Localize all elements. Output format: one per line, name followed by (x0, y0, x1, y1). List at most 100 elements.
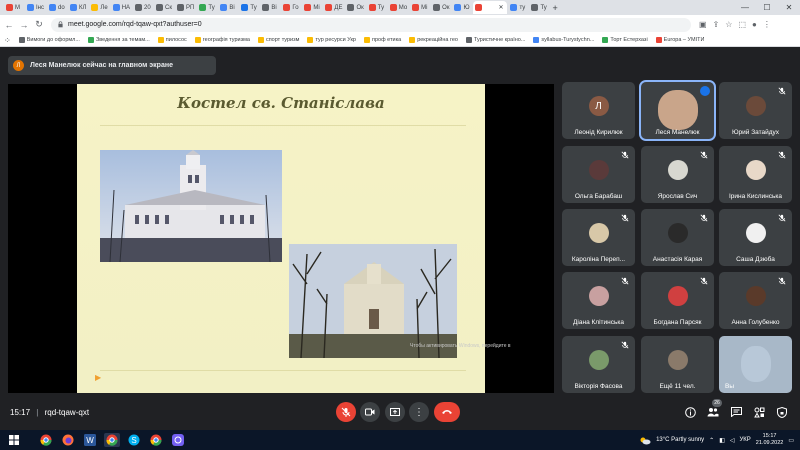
participant-tile[interactable]: Анастасія Карая (641, 209, 714, 266)
browser-tab[interactable]: Ві (260, 1, 280, 14)
browser-tab[interactable]: Інс (25, 1, 46, 14)
browser-tab[interactable]: Мі (410, 1, 430, 14)
url-input[interactable]: meet.google.com/rqd-tqaw-qxt?authuser=0 (51, 17, 691, 32)
participant-tile[interactable]: Ярослав Сич (641, 146, 714, 203)
tab-close-icon[interactable]: ✕ (498, 4, 503, 11)
reload-icon[interactable]: ↻ (33, 19, 45, 31)
forward-icon[interactable]: → (18, 19, 30, 31)
new-tab-button[interactable]: + (550, 1, 570, 14)
camera-icon[interactable]: ▣ (699, 20, 707, 29)
browser-tab[interactable]: Мі (302, 1, 322, 14)
participant-tile[interactable]: Саша Дзюба (719, 209, 792, 266)
tab-label: Ле (100, 4, 108, 11)
browser-tab[interactable]: Ле (89, 1, 109, 14)
weather-icon (640, 437, 651, 444)
browser-tab[interactable]: ту (508, 1, 528, 14)
participant-video (745, 160, 766, 180)
bookmark-item[interactable]: Europa – УМІТИ (655, 37, 704, 43)
browser-tab[interactable]: ДЕ (323, 1, 344, 14)
participant-tile[interactable]: Богдана Парсяк (641, 272, 714, 329)
host-controls-button[interactable] (775, 405, 789, 419)
chat-button[interactable] (729, 405, 743, 419)
star-icon[interactable]: ☆ (725, 20, 732, 29)
participant-tile[interactable]: Ещё 11 чел. (641, 336, 714, 393)
bookmark-item[interactable]: рекреаційна гео (409, 37, 458, 43)
browser-tab[interactable]: 20 (133, 1, 153, 14)
more-options-button[interactable]: ⋮ (409, 402, 429, 422)
maximize-icon[interactable]: ☐ (756, 0, 778, 15)
bookmark-folder-icon (602, 37, 609, 43)
bookmark-item[interactable]: Зведення за темам... (87, 37, 150, 43)
present-button[interactable] (385, 402, 405, 422)
browser-tab[interactable]: Мо (388, 1, 409, 14)
profile-icon[interactable]: ● (752, 20, 757, 29)
browser-tab[interactable]: Ск (154, 1, 174, 14)
tab-label: Інс (36, 4, 44, 11)
bookmark-item[interactable]: проф етика (363, 37, 401, 43)
mic-toggle-button[interactable] (336, 402, 356, 422)
camera-toggle-button[interactable] (360, 402, 380, 422)
browser-tab[interactable]: Ок (345, 1, 365, 14)
bookmark-folder-icon (655, 37, 662, 43)
bookmark-item[interactable]: Туристичне країно... (465, 37, 525, 43)
browser-tab[interactable]: Ок (431, 1, 451, 14)
participant-tile[interactable]: Кароліна Переп... (562, 209, 635, 266)
minimize-icon[interactable]: — (734, 0, 756, 15)
bookmark-item[interactable]: syllabus-Turystychn... (533, 37, 594, 43)
browser-tab[interactable]: Ту (367, 1, 387, 14)
activities-button[interactable] (752, 405, 766, 419)
weather-text[interactable]: 13°C Partly sunny (656, 437, 704, 443)
browser-tab[interactable]: Го (281, 1, 301, 14)
participant-tile[interactable]: Анна Голубенко (719, 272, 792, 329)
viber-icon[interactable] (170, 433, 186, 447)
participant-tile[interactable]: Юрий Затайдух (719, 82, 792, 139)
browser-tab[interactable]: РП (175, 1, 196, 14)
notifications-icon[interactable]: ▭ (788, 437, 794, 444)
browser-tab[interactable]: Ві (218, 1, 238, 14)
participant-tile[interactable]: Ірина Кислинська (719, 146, 792, 203)
participants-button[interactable] (706, 405, 720, 419)
leave-call-button[interactable] (434, 402, 460, 422)
skype-icon[interactable]: S (126, 433, 142, 447)
clock[interactable]: 15:17 21.09.2022 (756, 433, 784, 447)
participant-tile[interactable]: Вы (719, 336, 792, 393)
volume-icon[interactable]: ◁ (730, 437, 735, 444)
network-icon[interactable]: ◧ (719, 437, 725, 444)
close-icon[interactable]: ✕ (778, 0, 800, 15)
browser-tab[interactable]: Ту (529, 1, 549, 14)
menu-icon[interactable]: ⋮ (763, 20, 771, 29)
bookmark-item[interactable]: географія туризма (194, 37, 250, 43)
chrome-active-icon[interactable] (104, 433, 120, 447)
chrome-2-icon[interactable] (148, 433, 164, 447)
tab-favicon-icon (454, 4, 462, 11)
browser-tab[interactable]: КЛ (68, 1, 88, 14)
browser-tab[interactable]: Ту (239, 1, 259, 14)
browser-tab[interactable]: Ю (452, 1, 472, 14)
bookmark-item[interactable]: спорт туризм (257, 37, 299, 43)
chrome-icon[interactable] (38, 433, 54, 447)
language-indicator[interactable]: УКР (739, 437, 750, 443)
browser-tab[interactable]: Ту (197, 1, 217, 14)
extensions-icon[interactable]: ⬚ (738, 20, 746, 29)
browser-tab[interactable]: do (47, 1, 67, 14)
tab-active[interactable]: ✕ (473, 1, 508, 14)
browser-tab[interactable]: M (4, 1, 24, 14)
windows-start-icon[interactable] (6, 433, 22, 447)
participant-tile[interactable]: Вікторія Фасова (562, 336, 635, 393)
bookmark-item[interactable]: пилосос (157, 37, 187, 43)
apps-icon[interactable]: ⁘ (4, 36, 11, 45)
word-icon[interactable]: W (82, 433, 98, 447)
back-icon[interactable]: ← (3, 19, 15, 31)
tray-arrow-icon[interactable]: ⌃ (709, 437, 714, 444)
bookmark-item[interactable]: тур ресурси Укр (307, 37, 356, 43)
participant-tile[interactable]: Діана Клітинська (562, 272, 635, 329)
meeting-details-button[interactable] (683, 405, 697, 419)
share-icon[interactable]: ⇪ (713, 20, 720, 29)
participant-tile[interactable]: Ольга Барабаш (562, 146, 635, 203)
firefox-icon[interactable] (60, 433, 76, 447)
participant-tile[interactable]: Л Леонід Кирилюк (562, 82, 635, 139)
browser-tab[interactable]: НА (111, 1, 132, 14)
bookmark-item[interactable]: Торт Естерхазі (602, 37, 648, 43)
participant-tile[interactable]: Леся Манелюк (639, 80, 716, 141)
bookmark-item[interactable]: Вимоги до оформл... (18, 37, 80, 43)
